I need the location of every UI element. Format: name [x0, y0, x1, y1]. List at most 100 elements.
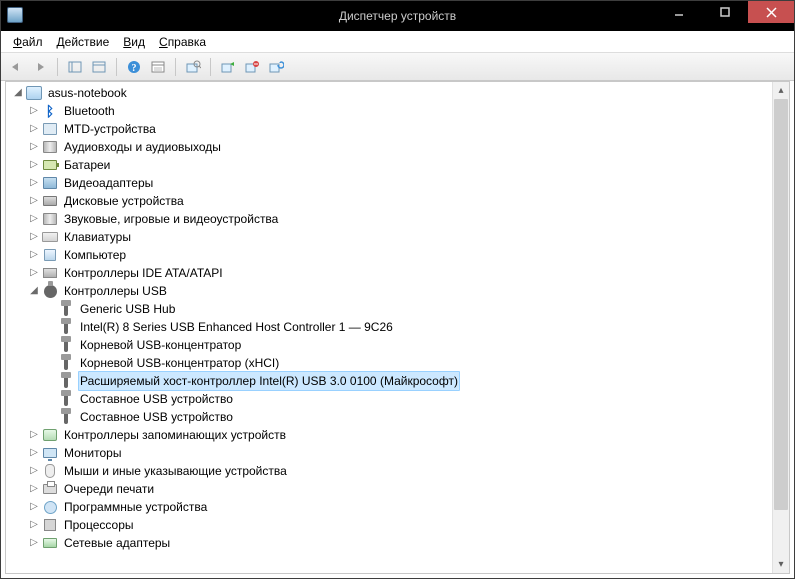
tree-item-video[interactable]: ▷ Видеоадаптеры	[8, 174, 772, 192]
tree-item-bluetooth[interactable]: ▷ ᛒ Bluetooth	[8, 102, 772, 120]
scan-hardware-button[interactable]	[182, 56, 204, 78]
toolbar-separator	[175, 58, 176, 76]
expand-icon[interactable]: ▷	[28, 537, 40, 549]
menu-view[interactable]: Вид	[117, 33, 151, 51]
mouse-icon	[42, 463, 58, 479]
scroll-thumb[interactable]	[774, 99, 788, 510]
expand-icon[interactable]: ▷	[28, 465, 40, 477]
maximize-button[interactable]	[702, 1, 748, 23]
usb-device-icon	[58, 337, 74, 353]
tree-item-battery[interactable]: ▷ Батареи	[8, 156, 772, 174]
expand-icon[interactable]: ▷	[28, 213, 40, 225]
tree-item-usb-composite1[interactable]: Составное USB устройство	[8, 390, 772, 408]
sound-icon	[42, 211, 58, 227]
tree-item-usb-hub[interactable]: Generic USB Hub	[8, 300, 772, 318]
svg-text:?: ?	[132, 63, 137, 74]
tree-item-usb-composite2[interactable]: Составное USB устройство	[8, 408, 772, 426]
disable-device-button[interactable]	[241, 56, 263, 78]
usb-device-icon	[58, 409, 74, 425]
toolbar-separator	[210, 58, 211, 76]
menu-help[interactable]: Справка	[153, 33, 212, 51]
expand-icon[interactable]: ▷	[28, 141, 40, 153]
main-panel: ◢ asus-notebook ▷ ᛒ Bluetooth ▷ MTD-устр…	[5, 81, 790, 574]
menubar: Файл Действие Вид Справка	[1, 31, 794, 53]
keyboard-icon	[42, 229, 58, 245]
disk-icon	[42, 193, 58, 209]
tree-item-usb-intel8[interactable]: Intel(R) 8 Series USB Enhanced Host Cont…	[8, 318, 772, 336]
window-title: Диспетчер устройств	[339, 9, 456, 23]
expand-icon[interactable]: ▷	[28, 501, 40, 513]
expand-icon[interactable]: ▷	[28, 177, 40, 189]
expand-icon[interactable]: ▷	[28, 123, 40, 135]
titlebar: Диспетчер устройств	[1, 1, 794, 31]
tree-item-computer[interactable]: ▷ Компьютер	[8, 246, 772, 264]
tree-item-mouse[interactable]: ▷ Мыши и иные указывающие устройства	[8, 462, 772, 480]
usb-device-icon	[58, 355, 74, 371]
scroll-up-button[interactable]: ▴	[773, 82, 789, 99]
toolbar-separator	[57, 58, 58, 76]
enable-device-button[interactable]	[217, 56, 239, 78]
properties-button[interactable]	[147, 56, 169, 78]
expand-icon[interactable]: ▷	[28, 159, 40, 171]
usb-device-icon	[58, 391, 74, 407]
expand-icon[interactable]: ▷	[28, 249, 40, 261]
tree-item-keyboard[interactable]: ▷ Клавиатуры	[8, 228, 772, 246]
usb-device-icon	[58, 373, 74, 389]
tree-item-mtd[interactable]: ▷ MTD-устройства	[8, 120, 772, 138]
menu-action[interactable]: Действие	[51, 33, 116, 51]
device-tree[interactable]: ◢ asus-notebook ▷ ᛒ Bluetooth ▷ MTD-устр…	[6, 82, 772, 573]
usb-device-icon	[58, 301, 74, 317]
uninstall-device-button[interactable]	[265, 56, 287, 78]
tree-item-monitor[interactable]: ▷ Мониторы	[8, 444, 772, 462]
menu-file[interactable]: Файл	[7, 33, 49, 51]
expand-icon[interactable]: ▷	[28, 519, 40, 531]
tree-item-sound[interactable]: ▷ Звуковые, игровые и видеоустройства	[8, 210, 772, 228]
network-icon	[42, 535, 58, 551]
toolbar-separator	[116, 58, 117, 76]
minimize-button[interactable]	[656, 1, 702, 23]
processor-icon	[42, 517, 58, 533]
mtd-icon	[42, 121, 58, 137]
collapse-icon[interactable]: ◢	[28, 285, 40, 297]
nav-forward-button[interactable]	[29, 56, 51, 78]
tree-item-print[interactable]: ▷ Очереди печати	[8, 480, 772, 498]
tree-item-storage[interactable]: ▷ Контроллеры запоминающих устройств	[8, 426, 772, 444]
tree-item-disk[interactable]: ▷ Дисковые устройства	[8, 192, 772, 210]
expand-icon[interactable]: ▷	[28, 483, 40, 495]
tree-item-usb-xhci-intel[interactable]: Расширяемый хост-контроллер Intel(R) USB…	[8, 372, 772, 390]
tree-item-cpu[interactable]: ▷ Процессоры	[8, 516, 772, 534]
tree-item-ide[interactable]: ▷ Контроллеры IDE ATA/ATAPI	[8, 264, 772, 282]
tree-root[interactable]: ◢ asus-notebook	[8, 84, 772, 102]
tree-item-usb-roothub-xhci[interactable]: Корневой USB-концентратор (xHCI)	[8, 354, 772, 372]
usb-device-icon	[58, 319, 74, 335]
tree-item-audio[interactable]: ▷ Аудиовходы и аудиовыходы	[8, 138, 772, 156]
expand-icon[interactable]: ▷	[28, 195, 40, 207]
vertical-scrollbar[interactable]: ▴ ▾	[772, 82, 789, 573]
storage-icon	[42, 427, 58, 443]
expand-icon[interactable]: ▷	[28, 447, 40, 459]
expand-icon[interactable]: ▷	[28, 429, 40, 441]
nav-back-button[interactable]	[5, 56, 27, 78]
tree-item-usb[interactable]: ◢ Контроллеры USB	[8, 282, 772, 300]
view-list-button[interactable]	[88, 56, 110, 78]
scroll-track[interactable]	[773, 99, 789, 556]
tree-item-usb-roothub[interactable]: Корневой USB-концентратор	[8, 336, 772, 354]
help-button[interactable]: ?	[123, 56, 145, 78]
expand-icon[interactable]: ▷	[28, 105, 40, 117]
audio-icon	[42, 139, 58, 155]
view-tree-button[interactable]	[64, 56, 86, 78]
collapse-icon[interactable]: ◢	[12, 87, 24, 99]
display-adapter-icon	[42, 175, 58, 191]
usb-controller-icon	[42, 283, 58, 299]
window-controls	[656, 1, 794, 23]
close-button[interactable]	[748, 1, 794, 23]
app-icon	[7, 7, 23, 23]
computer-category-icon	[42, 247, 58, 263]
tree-item-net[interactable]: ▷ Сетевые адаптеры	[8, 534, 772, 552]
expand-icon[interactable]: ▷	[28, 231, 40, 243]
tree-item-software[interactable]: ▷ Программные устройства	[8, 498, 772, 516]
expand-icon[interactable]: ▷	[28, 267, 40, 279]
monitor-icon	[42, 445, 58, 461]
printer-icon	[42, 481, 58, 497]
scroll-down-button[interactable]: ▾	[773, 556, 789, 573]
